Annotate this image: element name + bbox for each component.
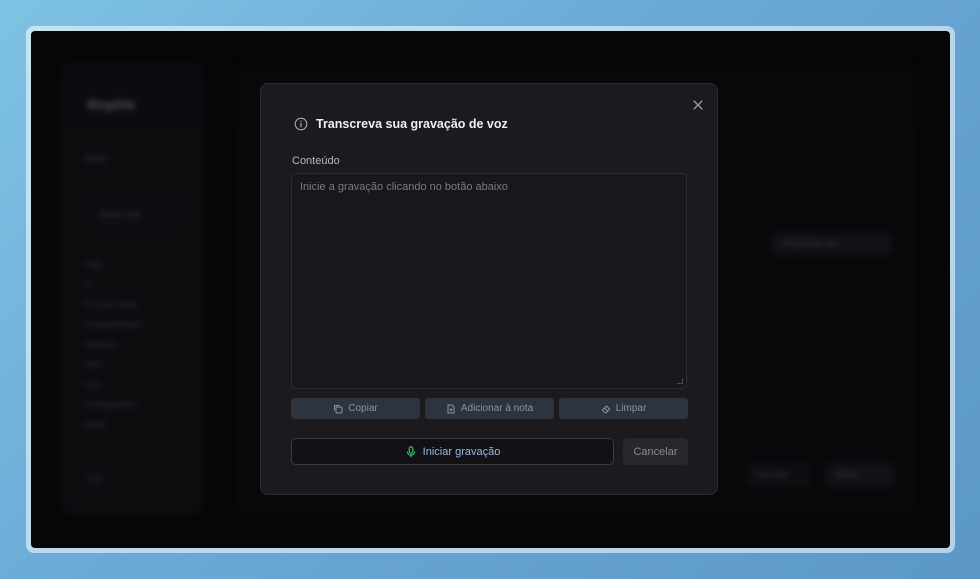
info-icon [294,117,308,131]
start-recording-button[interactable]: Iniciar gravação [291,438,614,465]
background-transcribe-button: Transcrever voz [771,233,891,255]
background-list-item: Compartilhadas [85,320,142,329]
background-list-item: Lixo [85,380,100,389]
resize-handle-icon[interactable] [677,378,683,384]
eraser-icon [601,404,610,413]
note-add-icon [447,404,455,413]
copy-icon [334,404,343,413]
transcription-textarea[interactable] [291,173,687,389]
app-screen: Illegible Inicio Nova nota Tags IA Procu… [31,31,950,548]
background-list-item: IA [85,280,93,289]
close-icon[interactable] [691,98,705,112]
clear-button-label: Limpar [615,403,647,414]
content-label: Conteúdo [292,155,340,167]
close-icon-glyph [693,100,703,110]
dialog-header: Transcreva sua gravação de voz [294,117,508,131]
background-save-button: Salvar [826,463,894,487]
copy-button[interactable]: Copiar [291,398,420,419]
microphone-icon [406,445,415,457]
background-sidebar: Illegible Inicio Nova nota Tags IA Procu… [61,63,203,515]
add-to-note-button-label: Adicionar à nota [460,403,534,414]
cancel-button[interactable]: Cancelar [623,438,688,465]
add-to-note-button[interactable]: Adicionar à nota [425,398,554,419]
background-list-item: Arquivos [85,340,117,349]
background-brand: Illegible [87,97,136,112]
background-nav-item: Inicio [85,153,107,163]
copy-button-label: Copiar [348,403,378,414]
background-list: Tags IA Procurar notas Compartilhadas Ar… [85,255,141,435]
background-new-button: Nova nota [91,203,181,225]
background-list-item: Configurações [85,400,137,409]
transcribe-voice-dialog: Transcreva sua gravação de voz Conteúdo … [260,83,718,495]
background-cancel-button: Cancelar [746,463,810,487]
dialog-title: Transcreva sua gravação de voz [316,117,508,131]
window-frame: Illegible Inicio Nova nota Tags IA Procu… [26,26,955,553]
background-footer: Sair [87,473,104,483]
background-list-item: Ajuda [85,420,106,429]
start-recording-label: Iniciar gravação [422,445,501,458]
background-list-item: Itens [85,360,103,369]
background-list-item: Procurar notas [85,300,138,309]
clear-button[interactable]: Limpar [559,398,688,419]
background-list-item: Tags [85,260,102,269]
transcription-actions: Copiar Adicionar à nota Limpar [291,398,688,419]
